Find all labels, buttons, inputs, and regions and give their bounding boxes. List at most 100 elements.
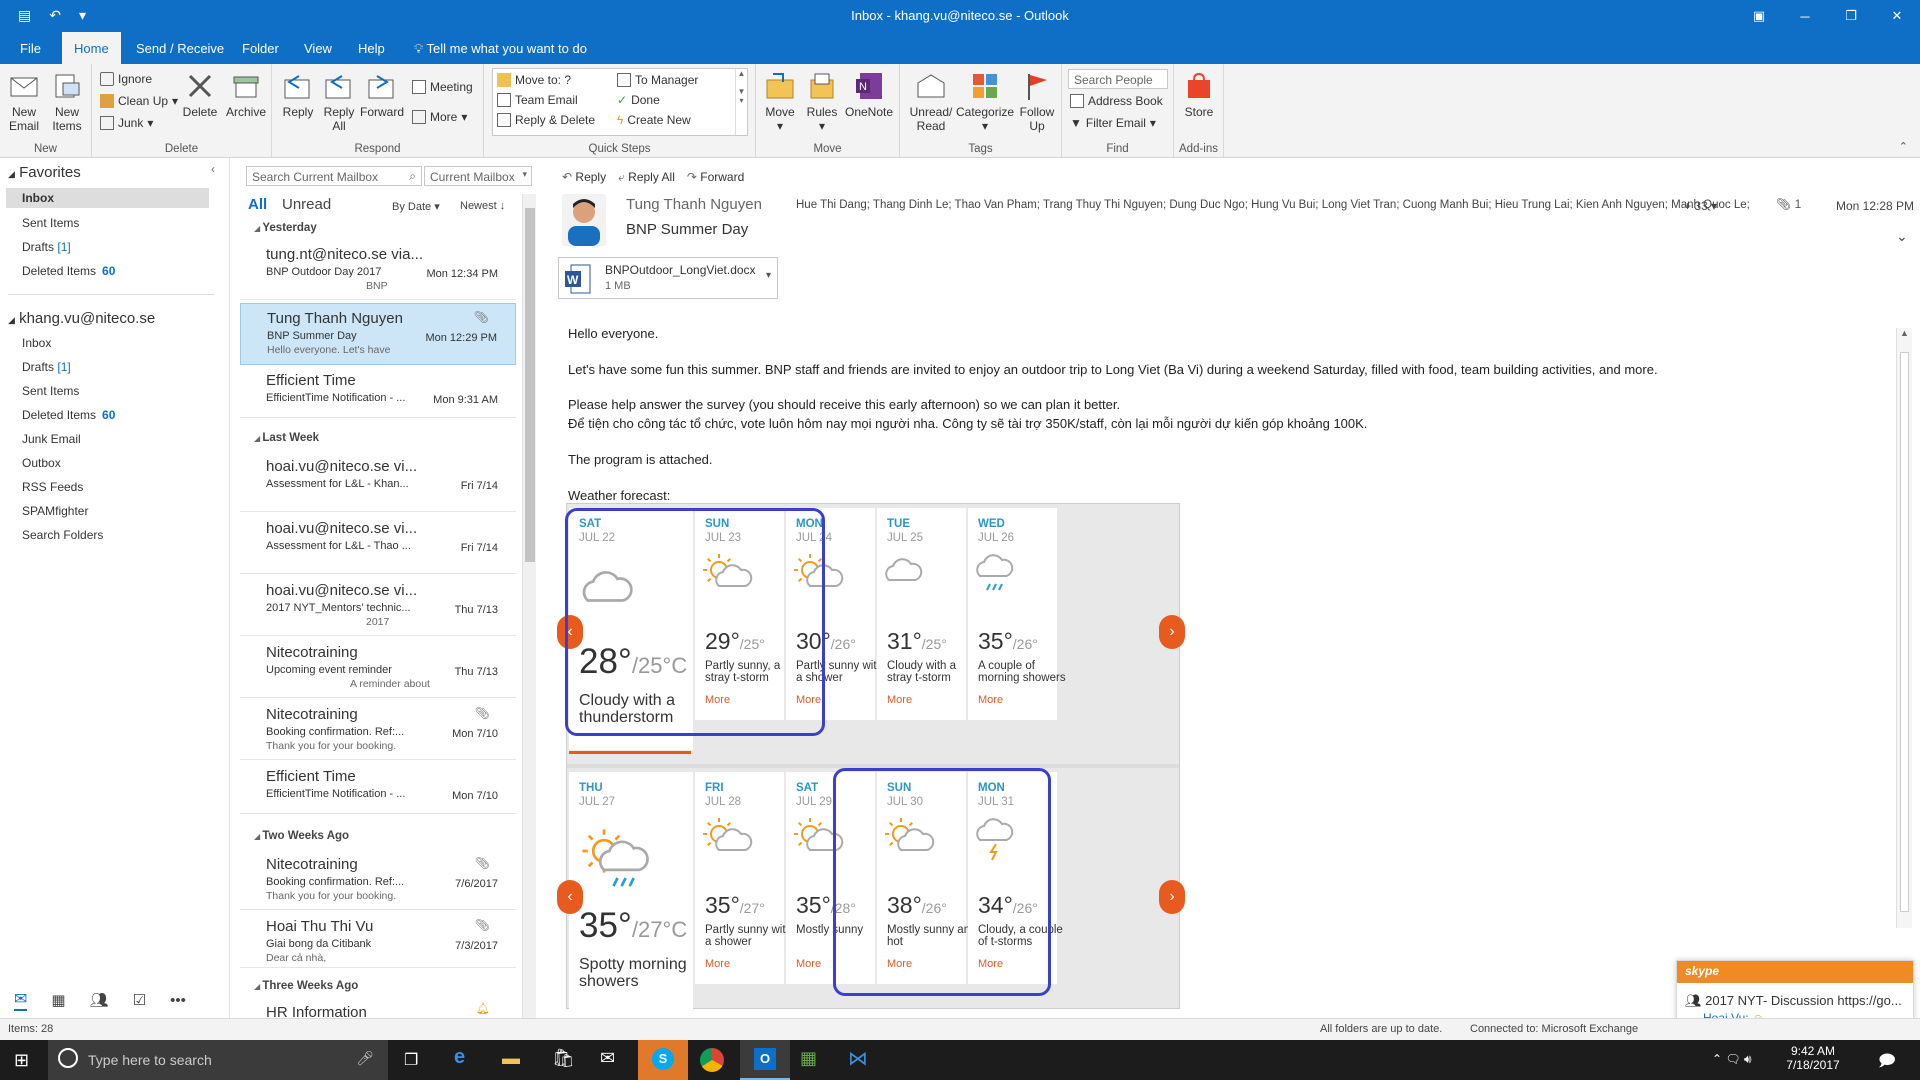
tell-me-box[interactable]: 💡︎ Tell me what you want to do: [404, 32, 597, 64]
fav-deleted-items[interactable]: Deleted Items 60: [22, 264, 115, 278]
more-recipients-button[interactable]: + 33 ▾: [1684, 199, 1717, 213]
unread-read-button[interactable]: Unread/ Read: [906, 70, 956, 133]
rules-button[interactable]: Rules ▾: [804, 70, 840, 133]
sort-by-dropdown[interactable]: By Date ▾: [392, 200, 440, 213]
message-item[interactable]: Nitecotraining Upcoming event reminder T…: [240, 638, 516, 698]
account-header[interactable]: ◢ khang.vu@niteco.se: [8, 310, 155, 327]
file-explorer-icon[interactable]: ▬: [502, 1048, 520, 1069]
filter-all[interactable]: All: [248, 196, 267, 213]
task-view-icon[interactable]: ❐: [404, 1050, 418, 1070]
calendar-icon[interactable]: ▦: [51, 991, 65, 1009]
search-people-input[interactable]: Search People: [1068, 69, 1168, 89]
message-item-selected[interactable]: Tung Thanh Nguyen 📎︎ BNP Summer Day Mon …: [240, 303, 516, 365]
quick-steps-scroll[interactable]: ▲ ▼ ▾: [735, 69, 747, 135]
mail-taskbar-icon[interactable]: ✉: [600, 1048, 615, 1069]
filter-email-button[interactable]: ▼ Filter Email ▾: [1070, 116, 1156, 130]
weather-more-link[interactable]: More: [978, 694, 1003, 706]
acc-sent-items[interactable]: Sent Items: [22, 384, 79, 398]
clock[interactable]: 9:42 AM 7/18/2017: [1778, 1044, 1848, 1072]
maximize-button[interactable]: ❐: [1828, 0, 1874, 32]
visual-studio-icon[interactable]: ⋈: [848, 1046, 868, 1071]
acc-junk-email[interactable]: Junk Email: [22, 432, 81, 446]
message-item[interactable]: Nitecotraining 📎︎ Booking confirmation. …: [240, 850, 516, 910]
reading-reply-all-button[interactable]: ⤶ Reply All: [618, 170, 675, 185]
quickstep-create-new[interactable]: ϟ Create New: [617, 113, 691, 127]
tab-folder[interactable]: Folder: [232, 32, 289, 64]
weather-next-button[interactable]: ›: [1159, 615, 1185, 649]
message-list-scrollbar[interactable]: [522, 194, 536, 1018]
acc-spamfighter[interactable]: SPAMfighter: [22, 504, 88, 518]
quickstep-reply-delete[interactable]: Reply & Delete: [497, 113, 595, 127]
quickstep-done[interactable]: ✓ Done: [617, 93, 660, 107]
move-button[interactable]: Move ▾: [762, 70, 798, 133]
message-item[interactable]: hoai.vu@niteco.se vi... 2017 NYT_Mentors…: [240, 576, 516, 636]
chrome-icon[interactable]: [700, 1048, 724, 1072]
search-mailbox-input[interactable]: Search Current Mailbox ⌕: [246, 166, 422, 186]
tab-file[interactable]: File: [10, 32, 51, 64]
mail-icon[interactable]: ✉: [14, 989, 28, 1011]
acc-outbox[interactable]: Outbox: [22, 456, 61, 470]
search-scope-dropdown[interactable]: Current Mailbox ▾: [424, 166, 532, 186]
filter-unread[interactable]: Unread: [282, 196, 331, 213]
close-button[interactable]: ✕: [1874, 0, 1920, 32]
weather-more-link[interactable]: More: [705, 958, 730, 970]
scrollbar-thumb[interactable]: [525, 208, 535, 562]
acc-search-folders[interactable]: Search Folders: [22, 528, 103, 542]
recipients-list[interactable]: Hue Thi Dang; Thang Dinh Le; Thao Van Ph…: [796, 199, 1750, 211]
forward-button[interactable]: Forward: [360, 70, 404, 119]
weather-more-link[interactable]: More: [887, 694, 912, 706]
scroll-up-icon[interactable]: ▲: [1900, 328, 1909, 338]
acc-drafts[interactable]: Drafts [1]: [22, 360, 71, 374]
sender-avatar[interactable]: [562, 194, 606, 246]
cleanup-button[interactable]: Clean Up ▾: [100, 94, 178, 108]
reading-pane-scrollbar[interactable]: ▲: [1896, 328, 1912, 928]
new-email-button[interactable]: New Email: [6, 70, 42, 133]
outlook-taskbar-icon[interactable]: O: [740, 1040, 790, 1080]
address-book-button[interactable]: Address Book: [1070, 94, 1163, 108]
fav-inbox[interactable]: Inbox: [6, 188, 209, 208]
tasks-icon[interactable]: ☑: [133, 991, 146, 1009]
acc-inbox[interactable]: Inbox: [22, 336, 51, 350]
taskbar-search-box[interactable]: Type here to search 🎤︎: [48, 1040, 388, 1080]
reading-reply-button[interactable]: ↶ Reply: [562, 170, 606, 185]
attachment-card[interactable]: W BNPOutdoor_LongViet.docx 1 MB ▾: [558, 257, 778, 299]
message-item[interactable]: tung.nt@niteco.se via... BNP Outdoor Day…: [240, 240, 516, 300]
weather-next-button[interactable]: ›: [1159, 880, 1185, 914]
weather-day-card[interactable]: FRI JUL 28 35°/27° Partly sunny with a show…: [695, 772, 792, 984]
archive-button[interactable]: Archive: [224, 70, 268, 119]
acc-deleted-items[interactable]: Deleted Items 60: [22, 408, 115, 422]
message-item[interactable]: hoai.vu@niteco.se vi... Assessment for L…: [240, 452, 516, 512]
favorites-header[interactable]: ◢ Favorites: [8, 164, 81, 181]
fav-sent-items[interactable]: Sent Items: [22, 216, 79, 230]
quickstep-to-manager[interactable]: To Manager: [617, 73, 698, 87]
quickstep-team-email[interactable]: Team Email: [497, 93, 578, 107]
weather-day-card[interactable]: TUE JUL 25 31°/25° Cloudy with a stray t-st…: [877, 508, 966, 720]
message-item[interactable]: Efficient Time EfficientTime Notificatio…: [240, 762, 516, 814]
store-button[interactable]: Store: [1180, 70, 1218, 119]
collapse-ribbon-icon[interactable]: ⌃: [1899, 140, 1908, 153]
message-item[interactable]: Efficient Time EfficientTime Notificatio…: [240, 366, 516, 418]
quickstep-move-to[interactable]: Move to: ?: [497, 73, 571, 87]
ignore-button[interactable]: Ignore: [100, 72, 152, 86]
action-center-icon[interactable]: 🗩︎: [1878, 1050, 1896, 1077]
reading-forward-button[interactable]: ↷ Forward: [687, 170, 744, 185]
reply-button[interactable]: Reply: [278, 70, 318, 119]
onenote-button[interactable]: N OneNote: [844, 70, 894, 119]
app-taskbar-icon[interactable]: ▦: [800, 1048, 817, 1069]
weather-prev-button[interactable]: ‹: [557, 880, 583, 914]
edge-icon[interactable]: e: [454, 1046, 465, 1069]
ribbon-display-icon[interactable]: ▣: [1736, 0, 1782, 32]
delete-button[interactable]: Delete: [180, 70, 220, 119]
tab-home[interactable]: Home: [62, 32, 121, 64]
message-item[interactable]: hoai.vu@niteco.se vi... Assessment for L…: [240, 514, 516, 574]
collapse-pane-icon[interactable]: ‹: [211, 162, 215, 176]
skype-taskbar-icon[interactable]: S: [638, 1040, 688, 1080]
more-apps-icon[interactable]: •••: [170, 992, 186, 1009]
store-taskbar-icon[interactable]: 🛍︎: [552, 1048, 575, 1069]
categorize-button[interactable]: Categorize ▾: [956, 70, 1014, 133]
reply-all-button[interactable]: Reply All: [322, 70, 356, 133]
follow-up-button[interactable]: Follow Up: [1016, 70, 1058, 133]
weather-day-card[interactable]: THU JUL 27 35°/27°C Spotty morning showers: [569, 772, 693, 1014]
tab-view[interactable]: View: [294, 32, 342, 64]
message-item[interactable]: HR Information 🔔︎: [240, 998, 516, 1018]
